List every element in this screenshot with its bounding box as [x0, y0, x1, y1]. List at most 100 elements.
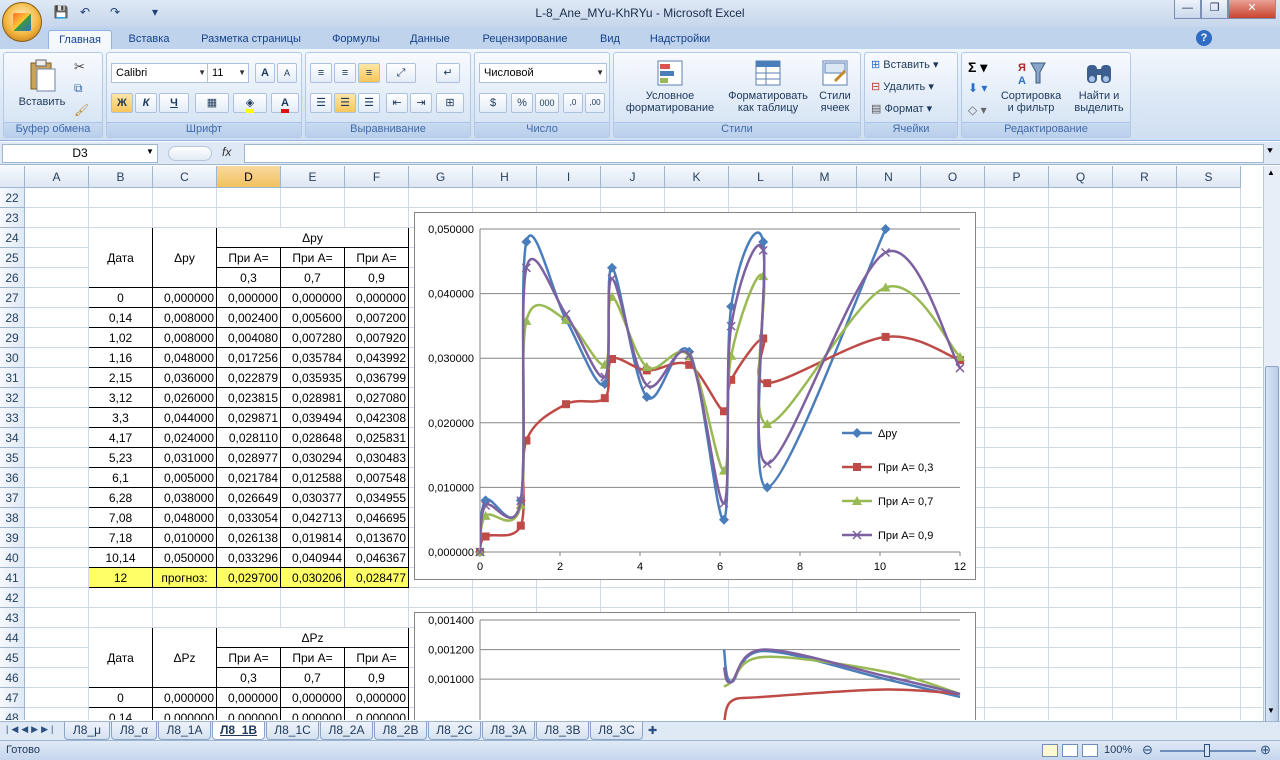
underline-button[interactable]: Ч [159, 93, 189, 113]
align-bottom-button[interactable]: ≡ [358, 63, 380, 83]
header-a[interactable]: При А= [345, 648, 409, 668]
table-cell[interactable]: 0,027080 [345, 388, 409, 408]
sheet-tab[interactable]: Л8_μ [64, 722, 110, 740]
thousands-button[interactable]: 000 [535, 93, 559, 113]
normal-view-icon[interactable] [1042, 744, 1058, 757]
table-cell[interactable]: 0,021784 [217, 468, 281, 488]
clear-icon[interactable]: ◇ ▾ [968, 103, 987, 117]
table-cell[interactable]: 2,15 [89, 368, 153, 388]
table-cell[interactable]: 1,02 [89, 328, 153, 348]
cell-styles-button[interactable]: Стили ячеек [812, 59, 858, 114]
zoom-out-icon[interactable]: ⊖ [1142, 742, 1153, 758]
sheet-tab[interactable]: Л8_2В [374, 722, 427, 740]
sheet-tab[interactable]: Л8_1А [158, 722, 211, 740]
table-cell[interactable]: 0,14 [89, 708, 153, 720]
align-middle-button[interactable]: ≡ [334, 63, 356, 83]
header-delta[interactable]: Δpy [153, 228, 217, 288]
tab-addins[interactable]: Надстройки [640, 30, 720, 49]
expand-formula-bar-icon[interactable]: ⯆ [1266, 146, 1274, 157]
table-cell[interactable]: 0,000000 [153, 288, 217, 308]
table-cell[interactable]: 0,022879 [217, 368, 281, 388]
row-header[interactable]: 24 [0, 228, 25, 248]
column-header-l[interactable]: L [729, 166, 793, 188]
table-cell[interactable]: 0,000000 [217, 288, 281, 308]
header-date[interactable]: Дата [89, 628, 153, 688]
table-cell[interactable]: 0,033054 [217, 508, 281, 528]
column-header-a[interactable]: A [25, 166, 89, 188]
help-icon[interactable]: ? [1196, 30, 1212, 46]
decrease-indent-button[interactable]: ⇤ [386, 93, 408, 113]
select-all-corner[interactable] [0, 166, 25, 188]
forecast-cell[interactable]: 0,030206 [281, 568, 345, 588]
table-cell[interactable]: 0,000000 [281, 708, 345, 720]
row-header[interactable]: 34 [0, 428, 25, 448]
format-as-table-button[interactable]: Форматировать как таблицу [722, 59, 814, 114]
header-a-value[interactable]: 0,7 [281, 268, 345, 288]
table-cell[interactable]: 0,002400 [217, 308, 281, 328]
scroll-up-icon[interactable]: ▲ [1267, 168, 1275, 177]
table-cell[interactable]: 0,039494 [281, 408, 345, 428]
row-header[interactable]: 29 [0, 328, 25, 348]
table-cell[interactable]: 0,010000 [153, 528, 217, 548]
row-header[interactable]: 48 [0, 708, 25, 720]
chart-dpz[interactable]: 0,001000 0,001200 0,001400 [414, 612, 976, 720]
table-cell[interactable]: 0,031000 [153, 448, 217, 468]
table-cell[interactable]: 0,019814 [281, 528, 345, 548]
table-cell[interactable]: 0,000000 [281, 688, 345, 708]
row-header[interactable]: 33 [0, 408, 25, 428]
column-header-j[interactable]: J [601, 166, 665, 188]
row-header[interactable]: 45 [0, 648, 25, 668]
scroll-down-icon[interactable]: ▼ [1267, 706, 1275, 715]
cut-icon[interactable]: ✂ [74, 59, 85, 75]
table-cell[interactable]: 0,000000 [345, 288, 409, 308]
row-header[interactable]: 36 [0, 468, 25, 488]
table-cell[interactable]: 0,000000 [217, 708, 281, 720]
table-cell[interactable]: 6,1 [89, 468, 153, 488]
forecast-cell[interactable]: прогноз: [153, 568, 217, 588]
tab-home[interactable]: Главная [48, 30, 112, 49]
header-a[interactable]: При А= [281, 248, 345, 268]
table-cell[interactable]: 0,005000 [153, 468, 217, 488]
table-cell[interactable]: 0,035935 [281, 368, 345, 388]
table-cell[interactable]: 0,028648 [281, 428, 345, 448]
row-header[interactable]: 40 [0, 548, 25, 568]
currency-button[interactable]: $ [479, 93, 507, 113]
copy-icon[interactable]: ⧉ [74, 81, 83, 96]
header-group[interactable]: ΔPz [217, 628, 409, 648]
header-a-value[interactable]: 0,7 [281, 668, 345, 688]
row-header[interactable]: 25 [0, 248, 25, 268]
formula-input[interactable] [244, 144, 1264, 163]
row-header[interactable]: 35 [0, 448, 25, 468]
zoom-level[interactable]: 100% [1104, 744, 1132, 756]
sheet-nav-icons[interactable]: |◀◀▶▶| [6, 724, 56, 735]
sheet-tab[interactable]: Л8_3С [590, 722, 643, 740]
tab-insert[interactable]: Вставка [118, 30, 180, 49]
chevron-down-icon[interactable]: ▼ [146, 147, 154, 156]
row-header[interactable]: 44 [0, 628, 25, 648]
tab-review[interactable]: Рецензирование [470, 30, 580, 49]
table-cell[interactable]: 6,28 [89, 488, 153, 508]
fill-color-button[interactable]: ◈ [233, 93, 267, 113]
column-header-m[interactable]: M [793, 166, 857, 188]
column-header-d[interactable]: D [217, 166, 281, 188]
table-cell[interactable]: 3,3 [89, 408, 153, 428]
row-header[interactable]: 46 [0, 668, 25, 688]
row-header[interactable]: 37 [0, 488, 25, 508]
table-cell[interactable]: 0,008000 [153, 328, 217, 348]
table-cell[interactable]: 0,025831 [345, 428, 409, 448]
table-cell[interactable]: 0,000000 [281, 288, 345, 308]
column-header-n[interactable]: N [857, 166, 921, 188]
tab-page-layout[interactable]: Разметка страницы [190, 30, 312, 49]
office-button[interactable] [2, 2, 42, 42]
close-button[interactable]: ✕ [1228, 0, 1276, 19]
fill-icon[interactable]: ⬇ ▾ [968, 81, 987, 95]
table-cell[interactable]: 10,14 [89, 548, 153, 568]
conditional-formatting-button[interactable]: Условное форматирование [618, 59, 722, 114]
font-name-select[interactable]: Calibri ▼ [111, 63, 209, 83]
format-cells-button[interactable]: ▤ Формат ▾ [871, 103, 955, 115]
table-cell[interactable]: 0,14 [89, 308, 153, 328]
header-a-value[interactable]: 0,3 [217, 668, 281, 688]
tab-view[interactable]: Вид [590, 30, 630, 49]
table-cell[interactable]: 0,030377 [281, 488, 345, 508]
header-date[interactable]: Дата [89, 228, 153, 288]
